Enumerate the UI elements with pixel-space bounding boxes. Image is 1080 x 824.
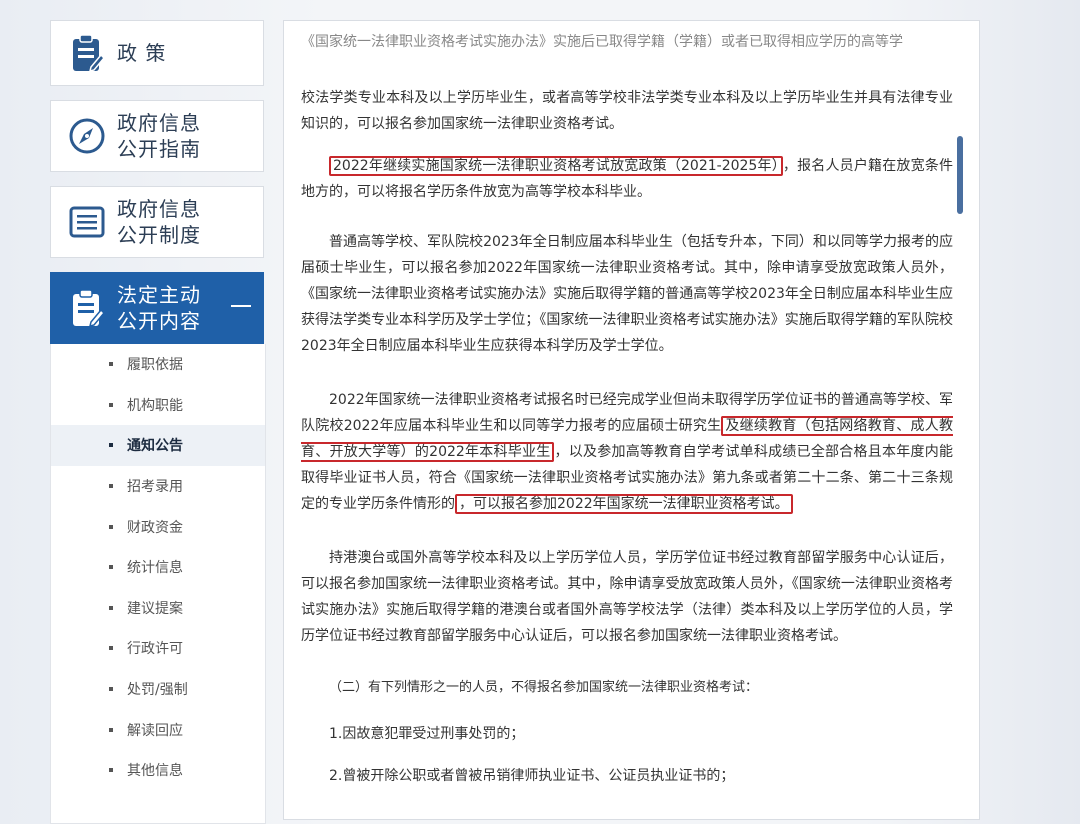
nav-policy[interactable]: 政 策 [50, 20, 264, 86]
bullet-icon [109, 646, 113, 651]
sub-nav-item[interactable]: 履职依据 [51, 344, 265, 385]
sub-nav-item[interactable]: 统计信息 [51, 547, 265, 588]
sub-nav-item[interactable]: 行政许可 [51, 628, 265, 669]
sub-nav-item[interactable]: 处罚/强制 [51, 669, 265, 710]
paragraph-heading: （二）有下列情形之一的人员，不得报名参加国家统一法律职业资格考试： [329, 680, 759, 695]
paragraph: 2022年继续实施国家统一法律职业资格考试放宽政策（2021-2025年） ，报名… [301, 156, 954, 200]
compass-icon [69, 118, 105, 154]
paragraph: 2022年国家统一法律职业资格考试报名时已经完成学业但尚未取得学历学位证书的普通… [301, 392, 953, 514]
bullet-icon [109, 768, 113, 773]
sub-nav-item[interactable]: 财政资金 [51, 506, 265, 547]
bullet-icon [109, 687, 113, 692]
collapse-icon[interactable] [231, 305, 251, 307]
bullet-icon [109, 402, 113, 407]
nav-guide-label: 政府信息 公开指南 [117, 111, 201, 161]
document-list-icon [69, 206, 105, 238]
nav-system[interactable]: 政府信息 公开制度 [50, 186, 264, 258]
article-panel: 《国家统一法律职业资格考试实施办法》实施后已取得学籍（学籍）或者已取得相应学历的… [283, 20, 980, 820]
paragraph: 校法学类专业本科及以上学历毕业生，或者高等学校非法学类专业本科及以上学历毕业生并… [301, 90, 953, 132]
nav-statutory[interactable]: 法定主动 公开内容 [50, 272, 264, 344]
paragraph: 普通高等学校、军队院校2023年全日制应届本科毕业生（包括专升本，下同）和以同等… [301, 234, 953, 354]
bullet-icon [109, 605, 113, 610]
scrollbar-thumb[interactable] [957, 136, 963, 214]
paragraph: 持港澳台或国外高等学校本科及以上学历学位人员，学历学位证书经过教育部留学服务中心… [301, 550, 953, 644]
highlight-box: ，可以报名参加2022年国家统一法律职业资格考试。 [455, 494, 793, 514]
nav-statutory-label: 法定主动 公开内容 [117, 283, 201, 333]
bullet-icon [109, 484, 113, 489]
sub-nav-item-active[interactable]: 通知公告 [51, 425, 265, 466]
sub-nav-item[interactable]: 其他信息 [51, 750, 265, 791]
nav-guide[interactable]: 政府信息 公开指南 [50, 100, 264, 172]
bullet-icon [109, 443, 113, 448]
bullet-icon [109, 524, 113, 529]
sub-nav-item[interactable]: 解读回应 [51, 709, 265, 750]
sub-nav-item[interactable]: 机构职能 [51, 385, 265, 426]
bullet-icon [109, 727, 113, 732]
clipboard-icon [73, 34, 106, 73]
paragraph-partial: 《国家统一法律职业资格考试实施办法》实施后已取得学籍（学籍）或者已取得相应学历的… [301, 34, 903, 50]
bullet-icon [109, 565, 113, 570]
highlight-box: 2022年继续实施国家统一法律职业资格考试放宽政策（2021-2025年） [329, 156, 783, 176]
sub-nav-item[interactable]: 建议提案 [51, 588, 265, 629]
list-item: 2.曾被开除公职或者曾被吊销律师执业证书、公证员执业证书的； [329, 768, 735, 784]
bullet-icon [109, 362, 113, 367]
sub-nav-item[interactable]: 招考录用 [51, 466, 265, 507]
clipboard-edit-icon [73, 289, 106, 328]
nav-system-label: 政府信息 公开制度 [117, 197, 201, 247]
scrollbar[interactable] [957, 71, 963, 819]
nav-policy-label: 政 策 [117, 41, 167, 65]
sub-nav-list: 履职依据 机构职能 通知公告 招考录用 财政资金 统计信息 建议提案 行政许可 … [50, 344, 266, 824]
list-item: 1.因故意犯罪受过刑事处罚的； [329, 726, 525, 742]
